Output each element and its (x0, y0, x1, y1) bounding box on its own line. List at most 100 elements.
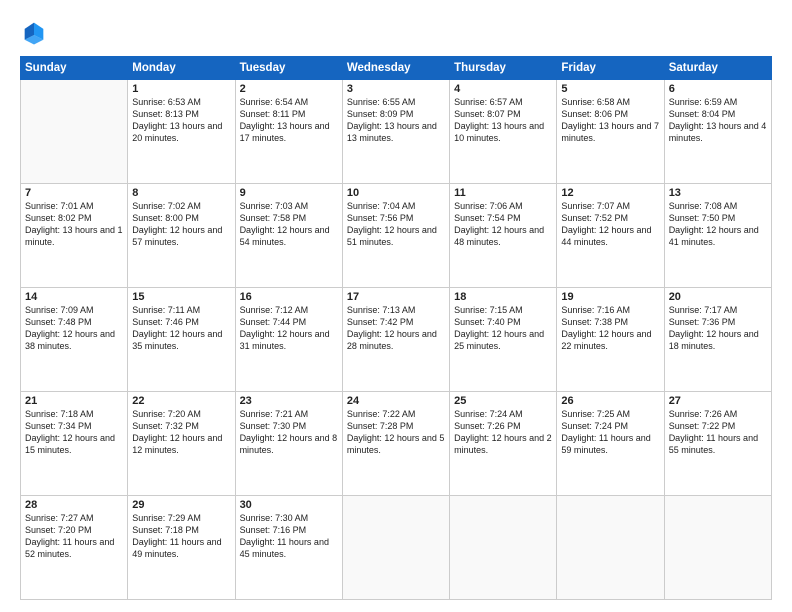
cell-info: Sunrise: 7:04 AMSunset: 7:56 PMDaylight:… (347, 200, 445, 249)
day-number: 27 (669, 395, 767, 407)
day-number: 2 (240, 83, 338, 95)
calendar-cell: 29Sunrise: 7:29 AMSunset: 7:18 PMDayligh… (128, 496, 235, 600)
day-number: 22 (132, 395, 230, 407)
week-row-3: 14Sunrise: 7:09 AMSunset: 7:48 PMDayligh… (21, 288, 772, 392)
day-number: 26 (561, 395, 659, 407)
day-number: 8 (132, 187, 230, 199)
calendar-cell (450, 496, 557, 600)
calendar-cell: 8Sunrise: 7:02 AMSunset: 8:00 PMDaylight… (128, 184, 235, 288)
day-number: 24 (347, 395, 445, 407)
cell-info: Sunrise: 7:15 AMSunset: 7:40 PMDaylight:… (454, 304, 552, 353)
cell-info: Sunrise: 7:25 AMSunset: 7:24 PMDaylight:… (561, 408, 659, 457)
week-row-1: 1Sunrise: 6:53 AMSunset: 8:13 PMDaylight… (21, 80, 772, 184)
day-number: 19 (561, 291, 659, 303)
logo (20, 18, 52, 46)
day-number: 20 (669, 291, 767, 303)
calendar-cell: 20Sunrise: 7:17 AMSunset: 7:36 PMDayligh… (664, 288, 771, 392)
calendar-cell: 19Sunrise: 7:16 AMSunset: 7:38 PMDayligh… (557, 288, 664, 392)
calendar-cell: 13Sunrise: 7:08 AMSunset: 7:50 PMDayligh… (664, 184, 771, 288)
week-row-4: 21Sunrise: 7:18 AMSunset: 7:34 PMDayligh… (21, 392, 772, 496)
cell-info: Sunrise: 7:13 AMSunset: 7:42 PMDaylight:… (347, 304, 445, 353)
calendar-cell: 10Sunrise: 7:04 AMSunset: 7:56 PMDayligh… (342, 184, 449, 288)
calendar-cell (21, 80, 128, 184)
day-number: 7 (25, 187, 123, 199)
cell-info: Sunrise: 6:58 AMSunset: 8:06 PMDaylight:… (561, 96, 659, 145)
calendar-cell: 17Sunrise: 7:13 AMSunset: 7:42 PMDayligh… (342, 288, 449, 392)
day-number: 10 (347, 187, 445, 199)
calendar-cell: 16Sunrise: 7:12 AMSunset: 7:44 PMDayligh… (235, 288, 342, 392)
calendar-cell: 2Sunrise: 6:54 AMSunset: 8:11 PMDaylight… (235, 80, 342, 184)
cell-info: Sunrise: 7:22 AMSunset: 7:28 PMDaylight:… (347, 408, 445, 457)
cell-info: Sunrise: 7:17 AMSunset: 7:36 PMDaylight:… (669, 304, 767, 353)
day-number: 21 (25, 395, 123, 407)
calendar-cell: 21Sunrise: 7:18 AMSunset: 7:34 PMDayligh… (21, 392, 128, 496)
day-number: 17 (347, 291, 445, 303)
day-number: 6 (669, 83, 767, 95)
cell-info: Sunrise: 7:12 AMSunset: 7:44 PMDaylight:… (240, 304, 338, 353)
cell-info: Sunrise: 6:57 AMSunset: 8:07 PMDaylight:… (454, 96, 552, 145)
cell-info: Sunrise: 7:09 AMSunset: 7:48 PMDaylight:… (25, 304, 123, 353)
calendar-cell: 9Sunrise: 7:03 AMSunset: 7:58 PMDaylight… (235, 184, 342, 288)
calendar-cell: 6Sunrise: 6:59 AMSunset: 8:04 PMDaylight… (664, 80, 771, 184)
calendar-cell: 3Sunrise: 6:55 AMSunset: 8:09 PMDaylight… (342, 80, 449, 184)
weekday-header-friday: Friday (557, 57, 664, 80)
calendar-cell: 5Sunrise: 6:58 AMSunset: 8:06 PMDaylight… (557, 80, 664, 184)
calendar-cell: 27Sunrise: 7:26 AMSunset: 7:22 PMDayligh… (664, 392, 771, 496)
day-number: 28 (25, 499, 123, 511)
week-row-2: 7Sunrise: 7:01 AMSunset: 8:02 PMDaylight… (21, 184, 772, 288)
weekday-header-sunday: Sunday (21, 57, 128, 80)
calendar-cell: 30Sunrise: 7:30 AMSunset: 7:16 PMDayligh… (235, 496, 342, 600)
cell-info: Sunrise: 7:01 AMSunset: 8:02 PMDaylight:… (25, 200, 123, 249)
day-number: 9 (240, 187, 338, 199)
cell-info: Sunrise: 7:18 AMSunset: 7:34 PMDaylight:… (25, 408, 123, 457)
cell-info: Sunrise: 7:20 AMSunset: 7:32 PMDaylight:… (132, 408, 230, 457)
cell-info: Sunrise: 6:59 AMSunset: 8:04 PMDaylight:… (669, 96, 767, 145)
day-number: 15 (132, 291, 230, 303)
day-number: 25 (454, 395, 552, 407)
day-number: 12 (561, 187, 659, 199)
calendar-cell: 24Sunrise: 7:22 AMSunset: 7:28 PMDayligh… (342, 392, 449, 496)
day-number: 23 (240, 395, 338, 407)
weekday-header-wednesday: Wednesday (342, 57, 449, 80)
day-number: 16 (240, 291, 338, 303)
calendar-cell (664, 496, 771, 600)
day-number: 5 (561, 83, 659, 95)
cell-info: Sunrise: 7:21 AMSunset: 7:30 PMDaylight:… (240, 408, 338, 457)
day-number: 14 (25, 291, 123, 303)
cell-info: Sunrise: 6:55 AMSunset: 8:09 PMDaylight:… (347, 96, 445, 145)
calendar-cell: 28Sunrise: 7:27 AMSunset: 7:20 PMDayligh… (21, 496, 128, 600)
calendar-cell: 1Sunrise: 6:53 AMSunset: 8:13 PMDaylight… (128, 80, 235, 184)
cell-info: Sunrise: 7:24 AMSunset: 7:26 PMDaylight:… (454, 408, 552, 457)
day-number: 30 (240, 499, 338, 511)
calendar-cell: 25Sunrise: 7:24 AMSunset: 7:26 PMDayligh… (450, 392, 557, 496)
header (20, 18, 772, 46)
cell-info: Sunrise: 7:30 AMSunset: 7:16 PMDaylight:… (240, 512, 338, 561)
weekday-header-saturday: Saturday (664, 57, 771, 80)
cell-info: Sunrise: 7:11 AMSunset: 7:46 PMDaylight:… (132, 304, 230, 353)
cell-info: Sunrise: 7:02 AMSunset: 8:00 PMDaylight:… (132, 200, 230, 249)
calendar-cell: 12Sunrise: 7:07 AMSunset: 7:52 PMDayligh… (557, 184, 664, 288)
day-number: 1 (132, 83, 230, 95)
weekday-header-row: SundayMondayTuesdayWednesdayThursdayFrid… (21, 57, 772, 80)
calendar-cell (342, 496, 449, 600)
logo-icon (20, 18, 48, 46)
page: SundayMondayTuesdayWednesdayThursdayFrid… (0, 0, 792, 612)
calendar-cell: 18Sunrise: 7:15 AMSunset: 7:40 PMDayligh… (450, 288, 557, 392)
calendar-table: SundayMondayTuesdayWednesdayThursdayFrid… (20, 56, 772, 600)
cell-info: Sunrise: 7:29 AMSunset: 7:18 PMDaylight:… (132, 512, 230, 561)
cell-info: Sunrise: 7:03 AMSunset: 7:58 PMDaylight:… (240, 200, 338, 249)
calendar-cell: 15Sunrise: 7:11 AMSunset: 7:46 PMDayligh… (128, 288, 235, 392)
cell-info: Sunrise: 6:54 AMSunset: 8:11 PMDaylight:… (240, 96, 338, 145)
day-number: 11 (454, 187, 552, 199)
calendar-cell: 22Sunrise: 7:20 AMSunset: 7:32 PMDayligh… (128, 392, 235, 496)
calendar-cell: 7Sunrise: 7:01 AMSunset: 8:02 PMDaylight… (21, 184, 128, 288)
calendar-cell: 14Sunrise: 7:09 AMSunset: 7:48 PMDayligh… (21, 288, 128, 392)
calendar-cell: 26Sunrise: 7:25 AMSunset: 7:24 PMDayligh… (557, 392, 664, 496)
weekday-header-tuesday: Tuesday (235, 57, 342, 80)
calendar-cell: 23Sunrise: 7:21 AMSunset: 7:30 PMDayligh… (235, 392, 342, 496)
calendar-cell: 4Sunrise: 6:57 AMSunset: 8:07 PMDaylight… (450, 80, 557, 184)
weekday-header-monday: Monday (128, 57, 235, 80)
week-row-5: 28Sunrise: 7:27 AMSunset: 7:20 PMDayligh… (21, 496, 772, 600)
cell-info: Sunrise: 7:06 AMSunset: 7:54 PMDaylight:… (454, 200, 552, 249)
calendar-cell: 11Sunrise: 7:06 AMSunset: 7:54 PMDayligh… (450, 184, 557, 288)
